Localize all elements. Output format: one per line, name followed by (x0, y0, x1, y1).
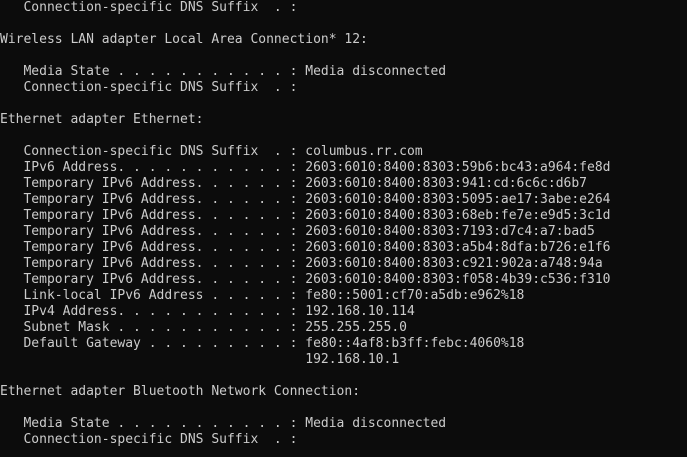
output-line: Temporary IPv6 Address. . . . . . : 2603… (0, 256, 603, 271)
output-line: Temporary IPv6 Address. . . . . . : 2603… (0, 272, 611, 287)
adapter-heading: Wireless LAN adapter Local Area Connecti… (0, 32, 368, 47)
output-line: IPv4 Address. . . . . . . . . . . : 192.… (0, 304, 415, 319)
output-line: Connection-specific DNS Suffix . : (0, 80, 298, 95)
output-line: Temporary IPv6 Address. . . . . . : 2603… (0, 176, 587, 191)
output-line: Subnet Mask . . . . . . . . . . . : 255.… (0, 320, 407, 335)
output-line: Temporary IPv6 Address. . . . . . : 2603… (0, 240, 611, 255)
output-line: Connection-specific DNS Suffix . : colum… (0, 144, 423, 159)
output-line: Temporary IPv6 Address. . . . . . : 2603… (0, 192, 611, 207)
output-line: Media State . . . . . . . . . . . : Medi… (0, 64, 447, 79)
output-line: Connection-specific DNS Suffix . : (0, 0, 298, 15)
output-line: Connection-specific DNS Suffix . : (0, 432, 298, 447)
terminal-output[interactable]: Connection-specific DNS Suffix . : Wirel… (0, 0, 687, 457)
output-line: Temporary IPv6 Address. . . . . . : 2603… (0, 208, 611, 223)
output-line: Temporary IPv6 Address. . . . . . : 2603… (0, 224, 595, 239)
output-line: Default Gateway . . . . . . . . . : fe80… (0, 336, 525, 351)
output-line: IPv6 Address. . . . . . . . . . . : 2603… (0, 160, 611, 175)
output-line: 192.168.10.1 (0, 352, 400, 367)
adapter-heading: Ethernet adapter Ethernet: (0, 112, 204, 127)
output-line: Media State . . . . . . . . . . . : Medi… (0, 416, 447, 431)
adapter-heading: Ethernet adapter Bluetooth Network Conne… (0, 384, 361, 399)
output-line: Link-local IPv6 Address . . . . . : fe80… (0, 288, 525, 303)
